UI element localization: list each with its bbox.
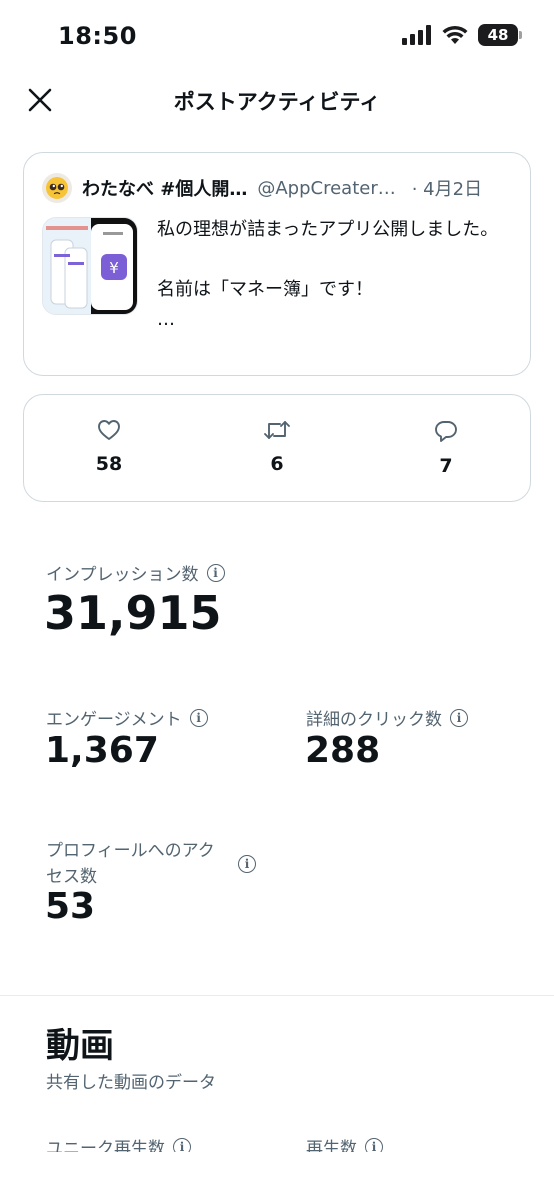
detail-clicks-value: 288 xyxy=(305,730,381,771)
replies-metric[interactable]: 7 xyxy=(406,419,486,477)
post-media-thumbnail[interactable]: ¥ xyxy=(42,217,138,315)
unique-plays-label: ユニーク再生数 i xyxy=(46,1134,191,1152)
page-title: ポストアクティビティ xyxy=(173,90,381,114)
impressions-label-text: インプレッション数 xyxy=(46,565,199,585)
pleading-face-icon xyxy=(46,177,68,199)
plays-label-text: 再生数 xyxy=(306,1139,357,1152)
signal-icon xyxy=(402,25,431,45)
likes-metric[interactable]: 58 xyxy=(69,419,149,475)
engagements-value: 1,367 xyxy=(45,730,159,771)
post-card[interactable]: わたなべ #個人開… @AppCreater… · 4月2日 ¥ 私の理想が詰ま… xyxy=(23,152,531,376)
avatar xyxy=(42,173,72,203)
unique-plays-label-text: ユニーク再生数 xyxy=(46,1139,165,1152)
profile-visits-label: プロフィールへのアク セス数 i xyxy=(46,838,256,890)
heart-icon xyxy=(98,420,120,440)
likes-count: 58 xyxy=(95,453,123,475)
repost-icon xyxy=(264,421,290,439)
svg-text:¥: ¥ xyxy=(109,259,119,277)
status-bar: 18:50 48 xyxy=(0,0,554,72)
info-icon[interactable]: i xyxy=(206,563,225,582)
section-divider xyxy=(0,995,554,996)
thumbnail-right-panel: ¥ xyxy=(91,218,137,314)
status-time: 18:50 xyxy=(58,22,137,50)
post-text: 私の理想が詰まったアプリ公開しました。 名前は「マネー簿」です！ … xyxy=(157,219,499,330)
battery-icon: 48 xyxy=(478,24,522,46)
reposts-metric[interactable]: 6 xyxy=(237,419,317,475)
post-date: · 4月2日 xyxy=(411,179,483,200)
detail-clicks-label-text: 詳細のクリック数 xyxy=(306,710,442,730)
thumbnail-left-panel xyxy=(43,218,91,314)
engagements-label-text: エンゲージメント xyxy=(46,710,182,730)
impressions-label: インプレッション数 i xyxy=(46,560,225,585)
reply-icon xyxy=(435,421,457,442)
header: ポストアクティビティ xyxy=(0,72,554,128)
wifi-icon xyxy=(442,25,468,44)
reposts-count: 6 xyxy=(270,453,284,475)
video-stats-row: ユニーク再生数 i 再生数 i xyxy=(0,1132,554,1152)
detail-clicks-label: 詳細のクリック数 i xyxy=(306,705,468,730)
post-header: わたなべ #個人開… @AppCreater… · 4月2日 xyxy=(42,173,512,203)
info-icon[interactable]: i xyxy=(450,708,468,727)
video-section-title: 動画 xyxy=(46,1026,114,1066)
profile-visits-label-text: プロフィールへのアク セス数 xyxy=(46,841,215,887)
plays-label: 再生数 i xyxy=(306,1134,383,1152)
impressions-value: 31,915 xyxy=(44,586,222,640)
profile-visits-value: 53 xyxy=(45,886,96,927)
replies-count: 7 xyxy=(439,455,453,477)
engagements-label: エンゲージメント i xyxy=(46,705,208,730)
info-icon[interactable]: i xyxy=(189,708,208,727)
info-icon[interactable]: i xyxy=(173,1137,191,1152)
author-handle: @AppCreater… xyxy=(257,177,396,199)
author-name: わたなべ #個人開… xyxy=(82,179,248,200)
video-section-subtitle: 共有した動画のデータ xyxy=(46,1073,216,1093)
info-icon[interactable]: i xyxy=(365,1137,383,1152)
status-icons: 48 xyxy=(402,24,522,46)
engagement-summary: 58 6 7 xyxy=(23,394,531,502)
info-icon[interactable]: i xyxy=(238,855,256,873)
